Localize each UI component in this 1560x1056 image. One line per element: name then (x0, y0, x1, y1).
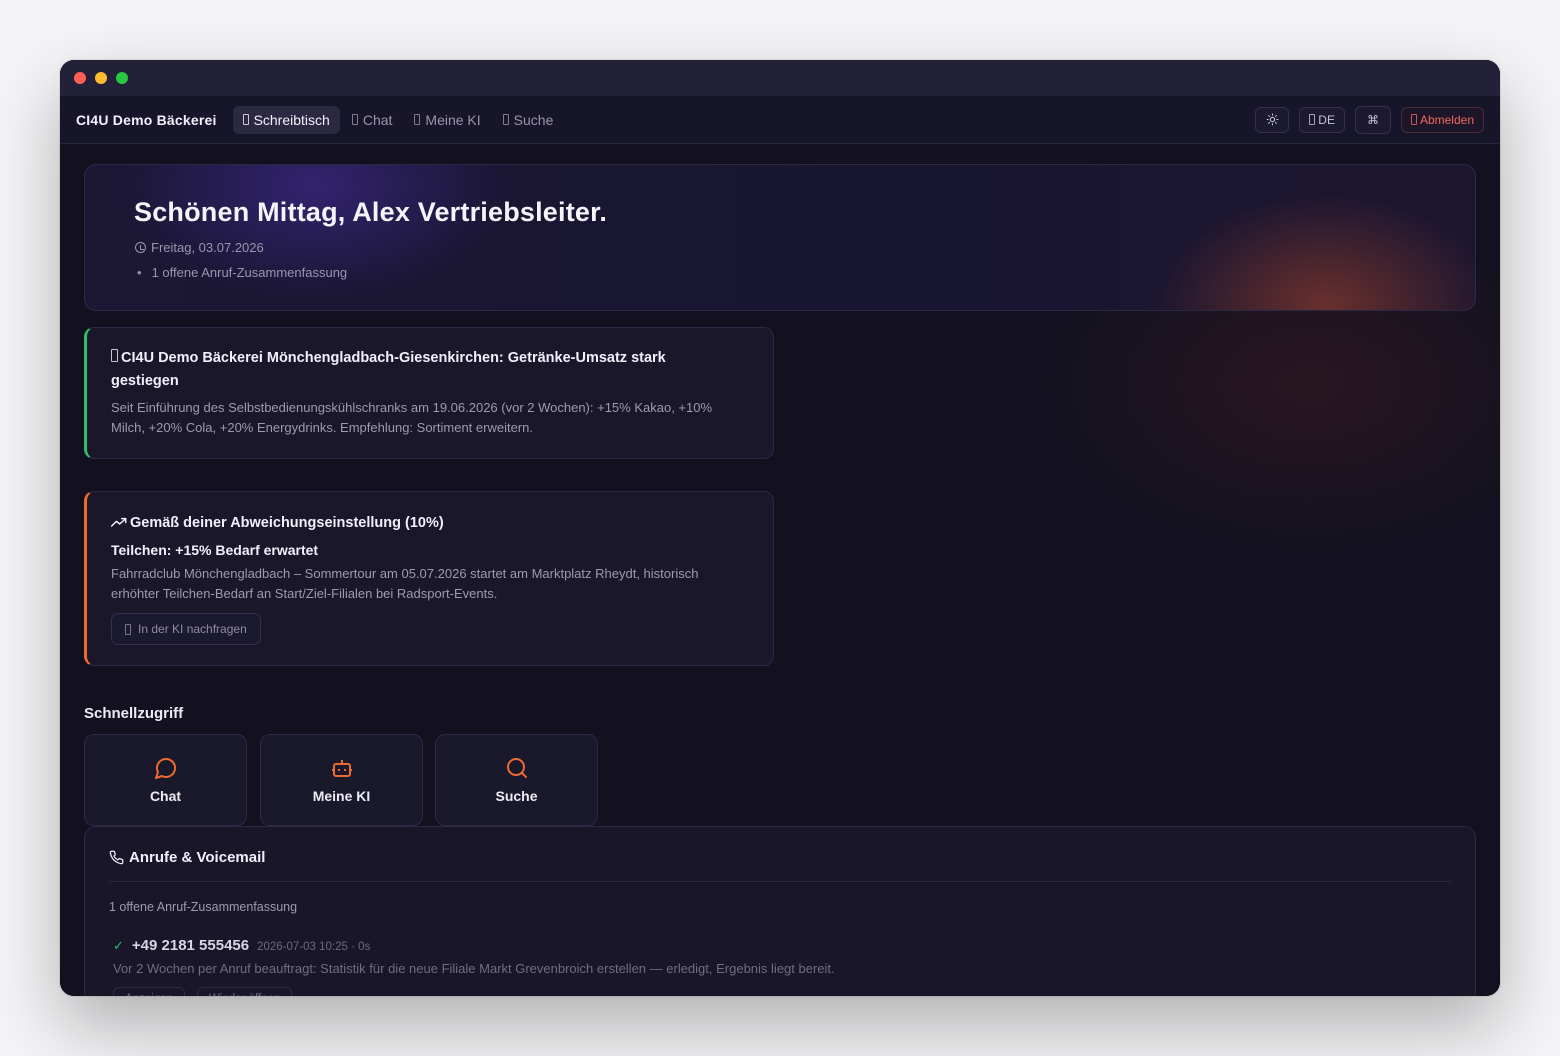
open-summary-count: 1 offene Anruf-Zusammenfassung (109, 900, 298, 914)
quick-access-heading: Schnellzugriff (84, 705, 184, 722)
deviation-body: Fahrradclub Mönchengladbach – Sommertour… (111, 566, 699, 601)
command-icon: ⌘ (1366, 112, 1379, 127)
search-tab-icon (502, 114, 509, 125)
search-icon (506, 758, 527, 778)
language-label: DE (1318, 112, 1335, 127)
calls-title: Anrufe & Voicemail (109, 849, 265, 866)
phone-icon (109, 850, 124, 865)
close-window-button[interactable] (74, 72, 86, 84)
current-date: Freitag, 03.07.2026 (151, 240, 264, 255)
tab-label: Schreibtisch (253, 111, 330, 128)
tab-label: Chat (362, 111, 393, 128)
dashboard-content: Schönen Mittag, Alex Vertriebsleiter. Fr… (60, 144, 1500, 996)
nav-actions: DE ⌘ Abmelden (1255, 105, 1484, 134)
insight-icon (111, 349, 118, 362)
divider (109, 881, 1451, 882)
insight-body: Seit Einführung des Selbstbedienungskühl… (111, 400, 713, 435)
bullet-icon: • (137, 265, 142, 280)
trending-up-icon (110, 517, 127, 527)
tab-meine-ki[interactable]: Meine KI (404, 106, 490, 134)
deviation-subtitle: Teilchen: +15% Bedarf erwartet (111, 542, 319, 558)
clock-icon (135, 242, 146, 253)
tab-chat[interactable]: Chat (342, 106, 403, 134)
maximize-window-button[interactable] (116, 72, 128, 84)
globe-icon (1309, 114, 1316, 125)
top-navigation: CI4U Demo Bäckerei Schreibtisch Chat Mei… (60, 96, 1500, 144)
check-icon: ✓ (113, 938, 124, 953)
open-items-text: 1 offene Anruf-Zusammenfassung (151, 265, 348, 280)
language-button[interactable]: DE (1299, 106, 1345, 133)
ai-icon (125, 623, 131, 635)
caller-number: +49 2181 555456 (131, 937, 250, 954)
app-window: CI4U Demo Bäckerei Schreibtisch Chat Mei… (60, 60, 1500, 996)
call-timestamp: 2026-07-03 10:25 · 0s (257, 941, 371, 953)
quick-access-label: Suche (495, 788, 538, 804)
tab-schreibtisch[interactable]: Schreibtisch (232, 105, 340, 134)
logout-label: Abmelden (1419, 112, 1474, 127)
deviation-title: Gemäß deiner Abweichungseinstellung (10%… (110, 512, 444, 535)
sun-icon (1266, 113, 1279, 126)
greeting-banner: Schönen Mittag, Alex Vertriebsleiter. Fr… (84, 164, 1476, 311)
quick-access-meine-ki[interactable]: Meine KI (260, 734, 423, 826)
logout-button[interactable]: Abmelden (1400, 106, 1484, 133)
logout-icon (1410, 114, 1417, 125)
theme-toggle-button[interactable] (1255, 106, 1290, 133)
insight-title: CI4U Demo Bäckerei Mönchengladbach-Giese… (111, 349, 666, 389)
calls-voicemail-panel: Anrufe & Voicemail 1 offene Anruf-Zusamm… (84, 826, 1476, 996)
quick-access-label: Meine KI (312, 788, 371, 804)
ai-icon (414, 114, 421, 125)
tab-label: Suche (513, 111, 554, 128)
brand-name: CI4U Demo Bäckerei (76, 111, 217, 128)
call-entry[interactable]: ✓ +49 2181 555456 2026-07-03 10:25 · 0s (113, 937, 370, 954)
insight-card-deviation: Gemäß deiner Abweichungseinstellung (10%… (84, 491, 774, 666)
minimize-window-button[interactable] (95, 72, 107, 84)
tab-label: Meine KI (425, 111, 481, 128)
desk-icon (242, 114, 249, 125)
robot-icon (331, 760, 352, 777)
quick-access-chat[interactable]: Chat (84, 734, 247, 826)
ask-ai-label: In der KI nachfragen (138, 622, 247, 636)
show-call-button[interactable]: Anzeigen (113, 987, 185, 996)
quick-access-label: Chat (149, 788, 182, 804)
chat-icon (351, 114, 358, 125)
call-summary: Vor 2 Wochen per Anruf beauftragt: Stati… (113, 961, 835, 976)
call-actions: Anzeigen Wieder öffnen (113, 987, 293, 996)
title-bar (60, 60, 1500, 96)
tab-suche[interactable]: Suche (493, 106, 564, 134)
chat-bubble-icon (154, 758, 176, 779)
date-line: Freitag, 03.07.2026 (135, 240, 264, 255)
greeting-title: Schönen Mittag, Alex Vertriebsleiter. (134, 197, 608, 227)
open-items-bullet: • 1 offene Anruf-Zusammenfassung (137, 265, 347, 280)
insight-card-beverages: CI4U Demo Bäckerei Mönchengladbach-Giese… (84, 327, 774, 459)
reopen-call-button[interactable]: Wieder öffnen (196, 987, 293, 996)
quick-access-suche[interactable]: Suche (435, 734, 598, 826)
command-palette-button[interactable]: ⌘ (1354, 105, 1391, 134)
ask-ai-button[interactable]: In der KI nachfragen (111, 613, 261, 645)
